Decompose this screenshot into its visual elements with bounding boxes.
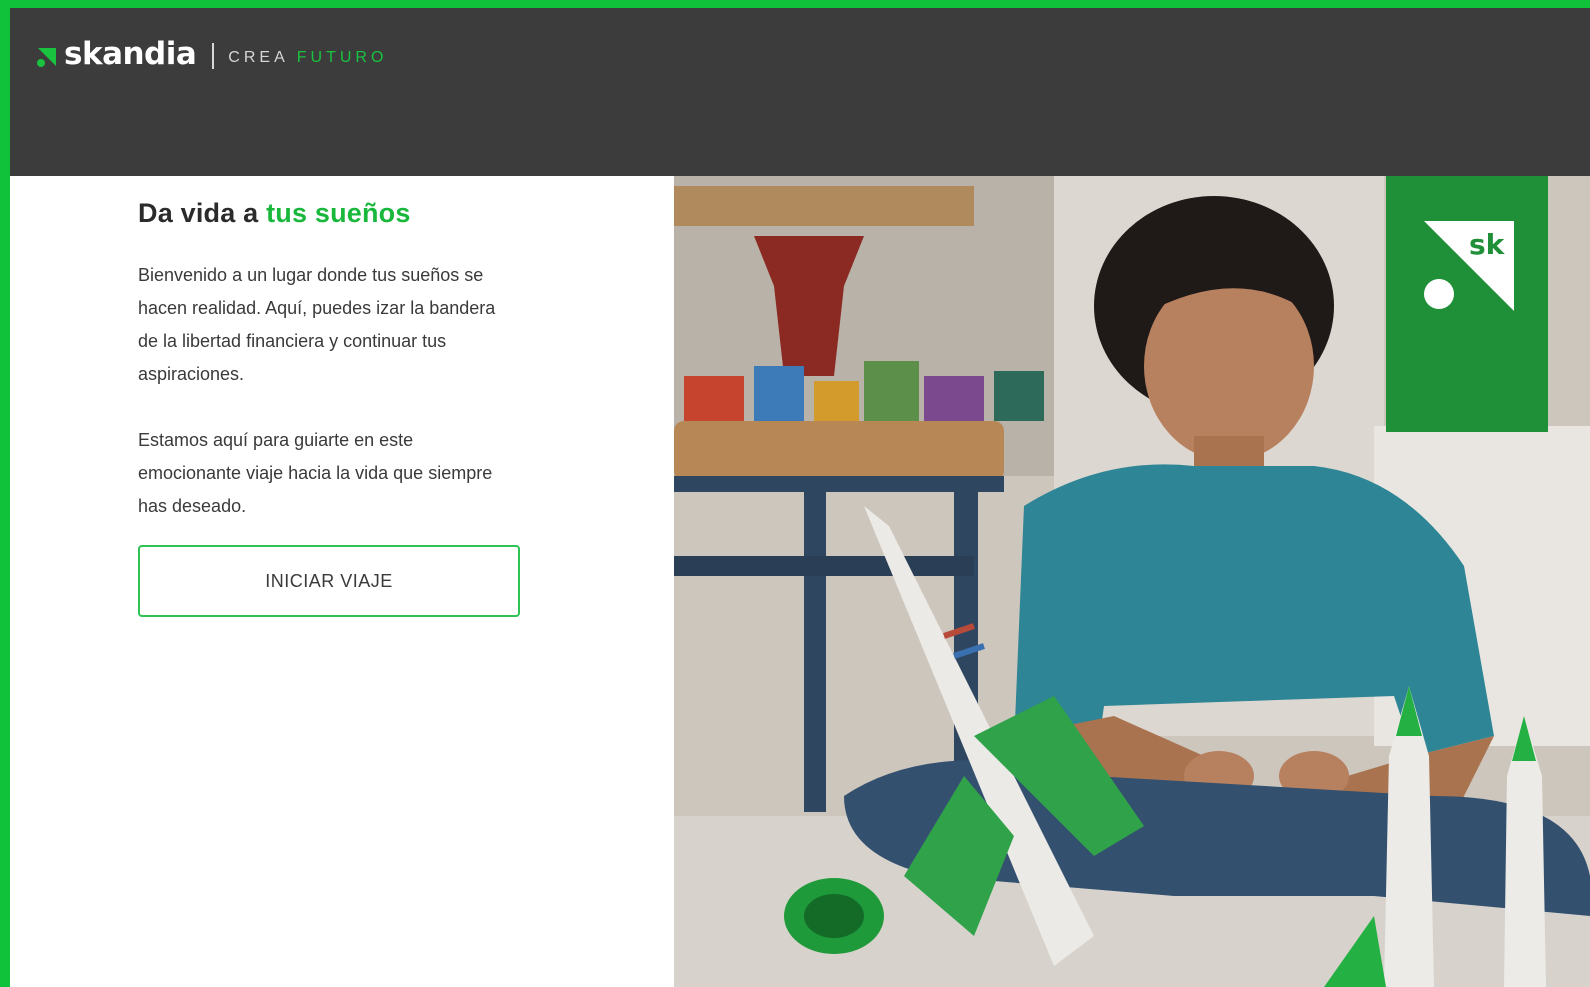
brand-divider bbox=[212, 43, 215, 69]
intro-paragraph-1: Bienvenido a un lugar donde tus sueños s… bbox=[138, 265, 496, 384]
intro-section: Da vida a tus sueños Bienvenido a un lug… bbox=[138, 198, 528, 617]
intro-paragraph-2: Estamos aquí para guiarte en este emocio… bbox=[138, 430, 493, 516]
brand-name: skandia bbox=[64, 36, 197, 72]
hero-illustration: sk bbox=[674, 176, 1590, 987]
brand-logo[interactable]: skandia CREA FUTURO bbox=[36, 36, 387, 72]
start-journey-button[interactable]: INICIAR VIAJE bbox=[138, 545, 520, 617]
page-title-plain: Da vida a bbox=[138, 198, 267, 228]
page-title: Da vida a tus sueños bbox=[138, 198, 528, 229]
site-header: skandia CREA FUTURO bbox=[10, 8, 1590, 176]
banner-logo-text: sk bbox=[1469, 228, 1506, 261]
hero-image: sk bbox=[674, 176, 1590, 987]
page-title-accent: tus sueños bbox=[266, 198, 411, 228]
page-frame: skandia CREA FUTURO Da vida a tus sueños … bbox=[10, 8, 1590, 987]
skandia-logo-icon bbox=[37, 48, 56, 67]
brand-tagline-word1: CREA bbox=[228, 49, 289, 66]
brand-tagline: CREA FUTURO bbox=[228, 49, 387, 67]
brand-tagline-word2: FUTURO bbox=[296, 49, 388, 66]
